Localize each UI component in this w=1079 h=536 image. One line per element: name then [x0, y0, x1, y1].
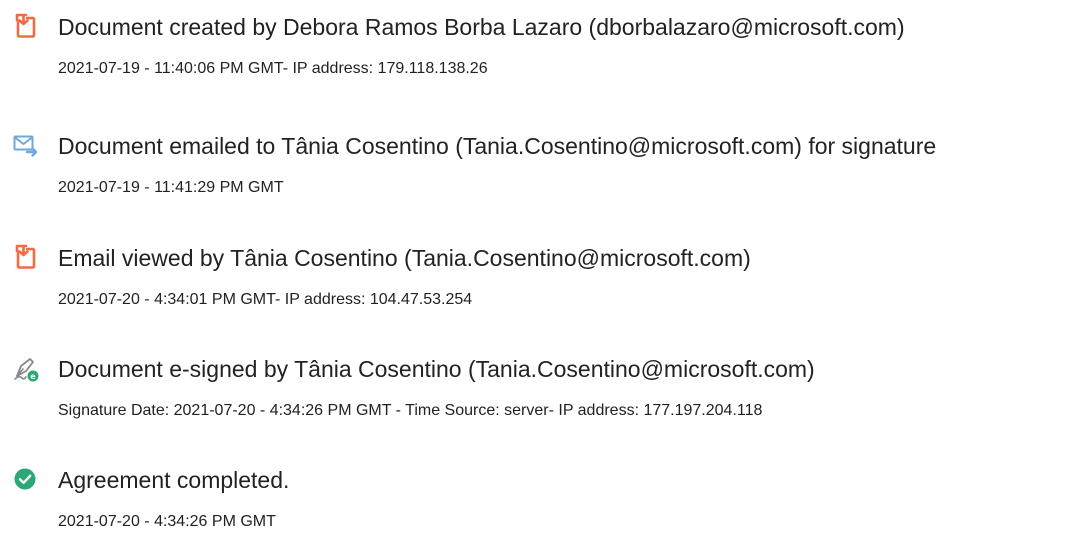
svg-text:e: e: [30, 372, 36, 381]
event-detail: Signature Date: 2021-07-20 - 4:34:26 PM …: [58, 402, 763, 419]
event-detail: 2021-07-20 - 4:34:26 PM GMT: [58, 513, 276, 530]
event-title: Agreement completed.: [58, 467, 290, 493]
event-detail: 2021-07-20 - 4:34:01 PM GMT- IP address:…: [58, 291, 473, 308]
event-detail: 2021-07-19 - 11:41:29 PM GMT: [58, 179, 284, 196]
event-detail: 2021-07-19 - 11:40:06 PM GMT- IP address…: [58, 60, 488, 77]
event-title: Document created by Debora Ramos Borba L…: [58, 14, 905, 40]
email-viewed-icon: [13, 244, 39, 270]
event-title: Document emailed to Tânia Cosentino (Tan…: [58, 133, 937, 159]
event-title: Email viewed by Tânia Cosentino (Tania.C…: [58, 245, 751, 271]
checkmark-circle-icon: [13, 467, 39, 493]
e-signature-icon: e: [13, 356, 39, 382]
event-title: Document e-signed by Tânia Cosentino (Ta…: [58, 356, 815, 382]
document-created-icon: [13, 13, 39, 39]
email-sent-icon: [13, 133, 39, 159]
